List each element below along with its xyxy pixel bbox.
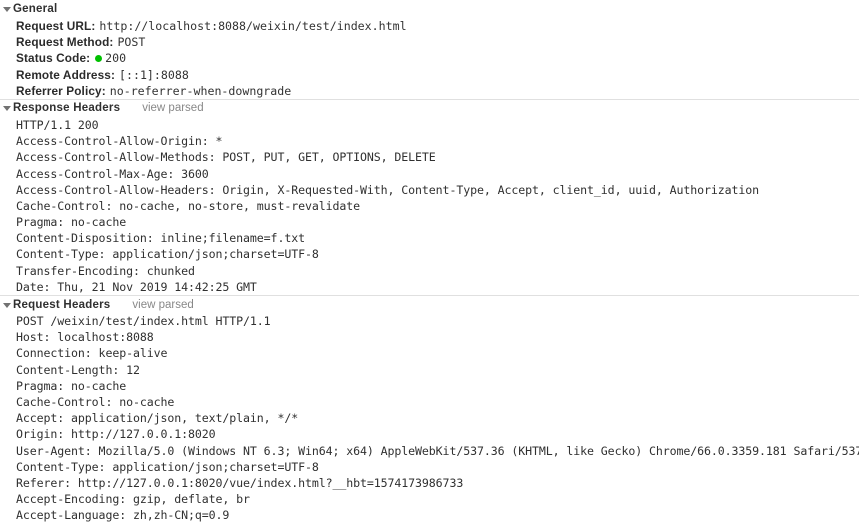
- field-value: no-referrer-when-downgrade: [109, 83, 292, 98]
- network-headers-panel: General Request URL: http://localhost:808…: [0, 0, 859, 524]
- header-line: Host: localhost:8088: [16, 330, 154, 345]
- section-header-response-headers[interactable]: Response Headers view parsed: [0, 100, 859, 117]
- header-line: Access-Control-Allow-Origin: *: [16, 134, 223, 149]
- header-line: Cache-Control: no-cache, no-store, must-…: [16, 198, 361, 213]
- field-label: Status Code:: [16, 51, 91, 66]
- field-label: Referrer Policy:: [16, 83, 106, 98]
- header-line: Accept-Language: zh,zh-CN;q=0.9: [16, 508, 230, 523]
- header-line: POST /weixin/test/index.html HTTP/1.1: [16, 314, 271, 328]
- field-status-code: Status Code: 200: [16, 50, 859, 66]
- header-line: User-Agent: Mozilla/5.0 (Windows NT 6.3;…: [16, 443, 859, 458]
- section-header-request-headers[interactable]: Request Headers view parsed: [0, 296, 859, 313]
- general-field-list: Request URL: http://localhost:8088/weixin…: [0, 17, 859, 99]
- header-line: Content-Disposition: inline;filename=f.t…: [16, 231, 305, 246]
- header-line: Access-Control-Max-Age: 3600: [16, 166, 209, 181]
- header-line: Date: Thu, 21 Nov 2019 14:42:25 GMT: [16, 279, 257, 294]
- section-title-response-headers: Response Headers: [13, 102, 121, 115]
- field-value: http://localhost:8088/weixin/test/index.…: [99, 19, 407, 33]
- section-general: General Request URL: http://localhost:808…: [0, 0, 859, 99]
- header-line: Content-Type: application/json;charset=U…: [16, 247, 319, 262]
- field-value: 200: [105, 51, 127, 66]
- field-referrer-policy: Referrer Policy: no-referrer-when-downgra…: [16, 83, 859, 99]
- field-label: Request Method:: [16, 35, 114, 50]
- header-line: HTTP/1.1 200: [16, 117, 99, 132]
- status-ok-dot-icon: [95, 55, 103, 63]
- header-line: Origin: http://127.0.0.1:8020: [16, 427, 216, 442]
- header-line: Pragma: no-cache: [16, 378, 127, 393]
- header-line: Accept: application/json, text/plain, */…: [16, 411, 299, 426]
- header-line: Connection: keep-alive: [16, 346, 168, 361]
- field-remote-address: Remote Address: [::1]:8088: [16, 67, 859, 83]
- header-line: Pragma: no-cache: [16, 215, 127, 230]
- section-request-headers: Request Headers view parsed POST /weixin…: [0, 295, 859, 523]
- field-request-method: Request Method: POST: [16, 34, 859, 50]
- triangle-down-icon[interactable]: [2, 4, 12, 14]
- section-response-headers: Response Headers view parsed HTTP/1.1 20…: [0, 98, 859, 295]
- triangle-down-icon[interactable]: [2, 103, 12, 113]
- view-parsed-link-request[interactable]: view parsed: [132, 299, 193, 311]
- header-line: Content-Type: application/json;charset=U…: [16, 459, 319, 474]
- view-parsed-link-response[interactable]: view parsed: [142, 102, 203, 114]
- field-value: [::1]:8088: [119, 67, 189, 82]
- field-label: Request URL:: [16, 19, 96, 33]
- section-title-general: General: [13, 2, 58, 15]
- header-line: Referer: http://127.0.0.1:8020/vue/index…: [16, 475, 464, 490]
- section-header-general[interactable]: General: [0, 0, 859, 17]
- triangle-down-icon[interactable]: [2, 300, 12, 310]
- field-request-url: Request URL: http://localhost:8088/weixin…: [16, 18, 859, 34]
- header-line: Transfer-Encoding: chunked: [16, 263, 195, 278]
- request-header-list: POST /weixin/test/index.html HTTP/1.1 Ho…: [0, 313, 859, 523]
- section-title-request-headers: Request Headers: [13, 298, 111, 311]
- header-line: Access-Control-Allow-Methods: POST, PUT,…: [16, 150, 436, 165]
- field-label: Remote Address:: [16, 67, 116, 82]
- header-line: Cache-Control: no-cache: [16, 394, 175, 409]
- header-line: Access-Control-Allow-Headers: Origin, X-…: [16, 182, 760, 197]
- header-line: Accept-Encoding: gzip, deflate, br: [16, 492, 250, 507]
- header-line: Content-Length: 12: [16, 362, 140, 377]
- response-header-list: HTTP/1.1 200 Access-Control-Allow-Origin…: [0, 117, 859, 295]
- field-value: POST: [117, 35, 146, 50]
